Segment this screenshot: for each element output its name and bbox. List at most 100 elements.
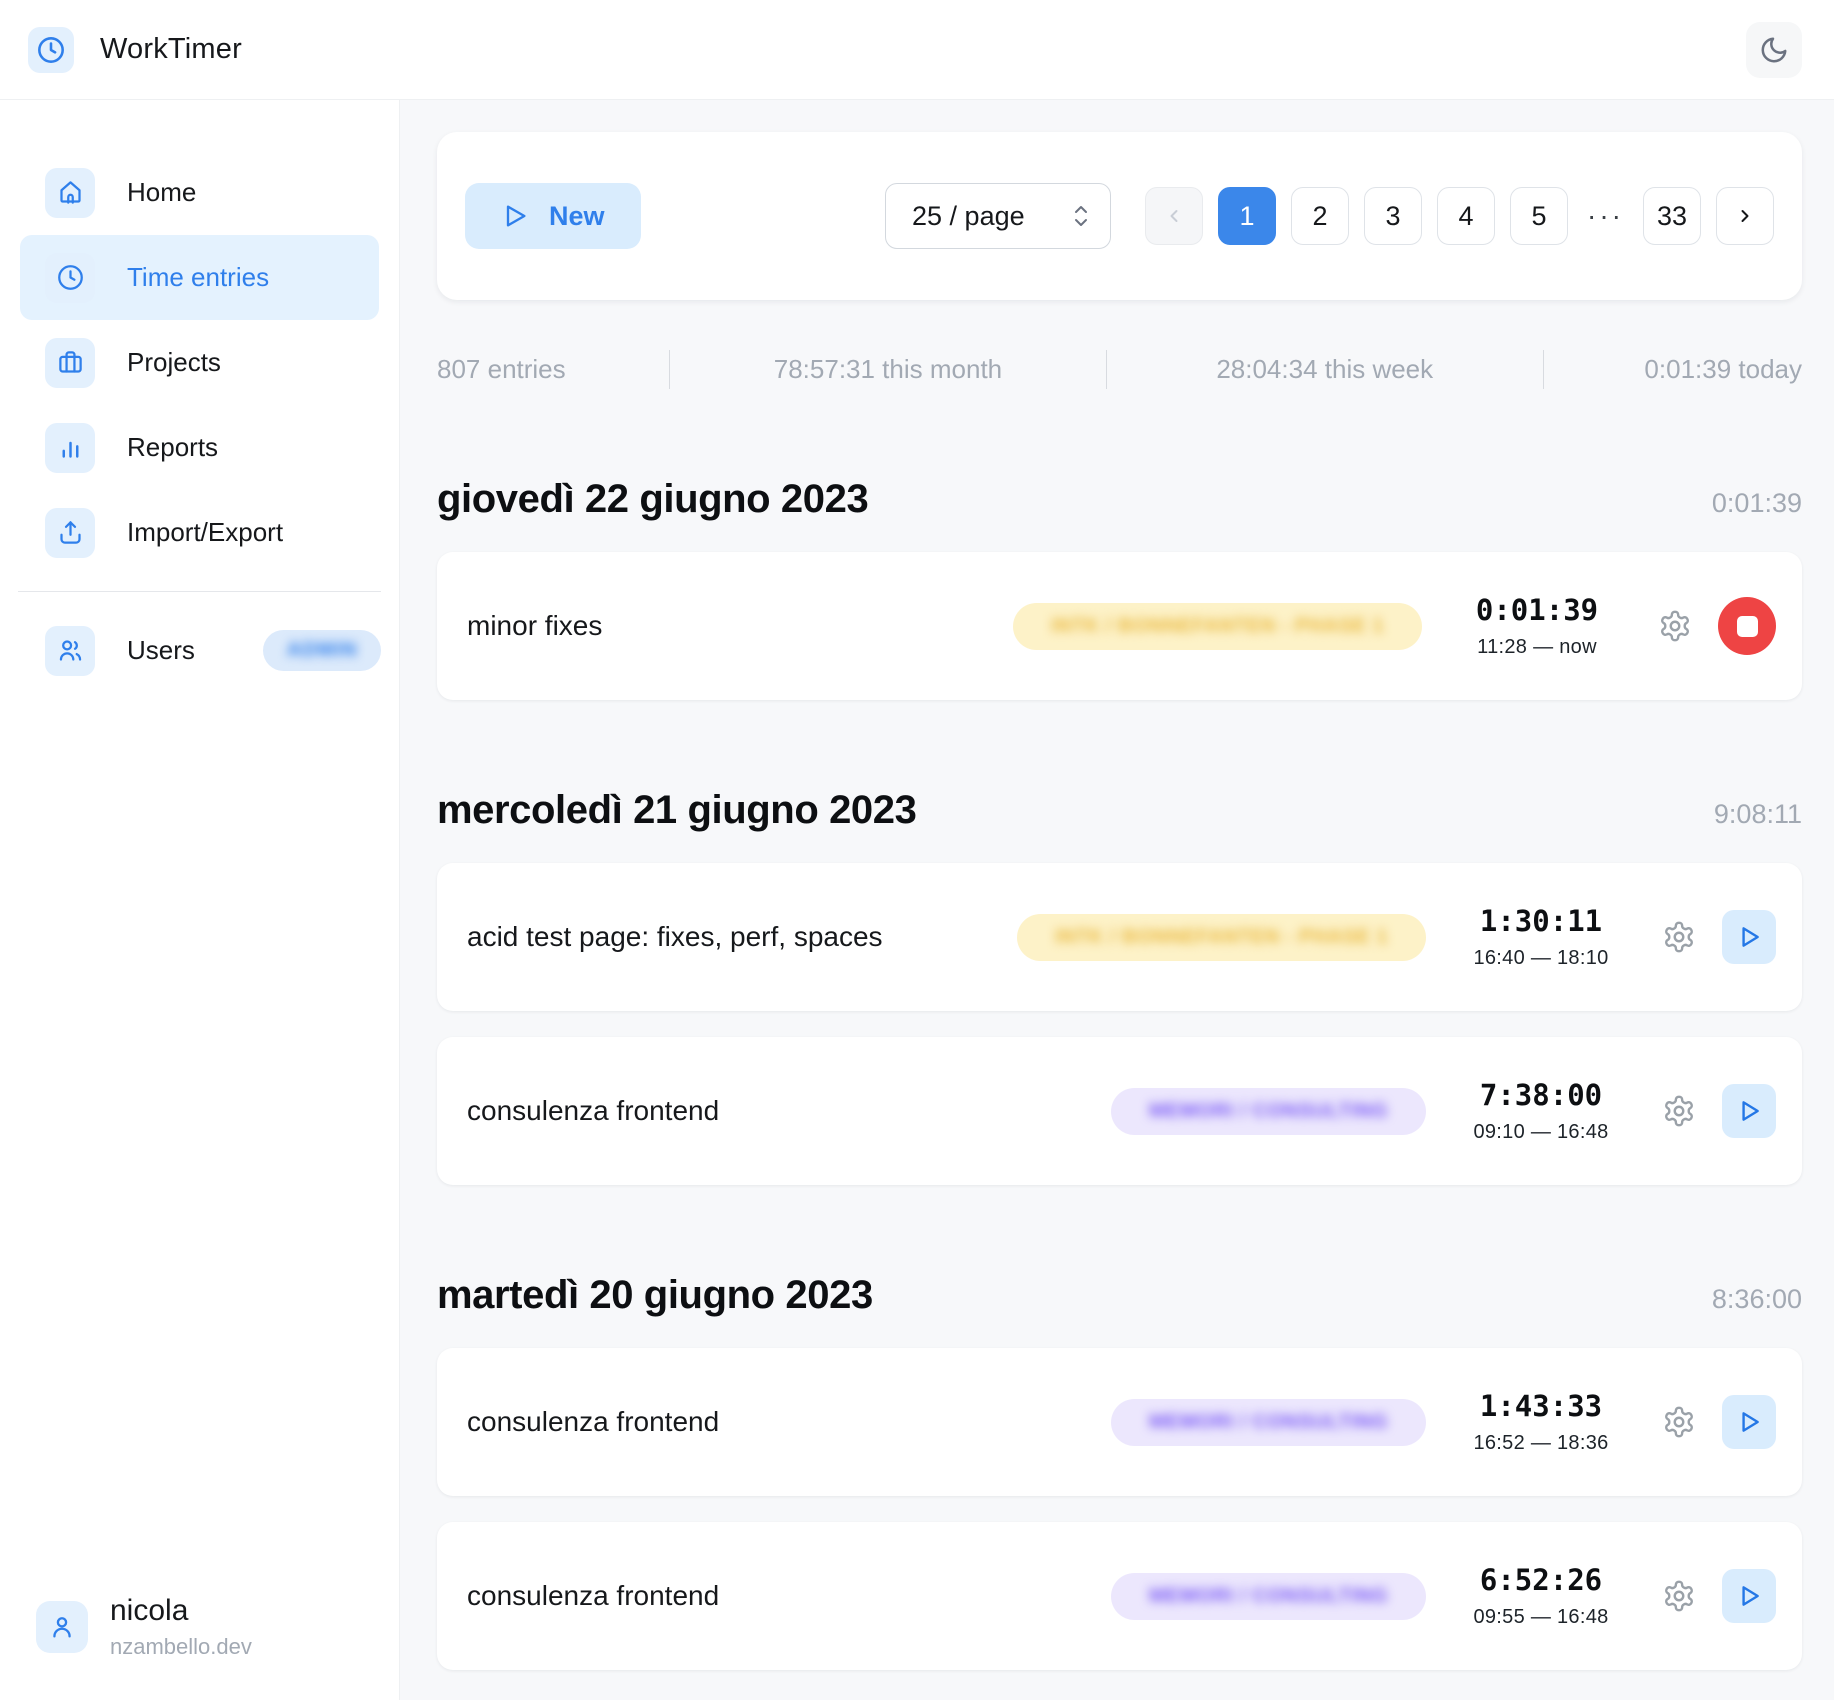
sidebar-item-projects[interactable]: Projects [20,320,379,405]
bar-chart-icon [45,423,95,473]
theme-toggle-button[interactable] [1746,22,1802,78]
page-button-last[interactable]: 33 [1643,187,1701,245]
days: giovedì 22 giugno 2023 0:01:39 minor fix… [437,477,1802,1670]
project-tag: INTK / BONNEFANTEN - PHASE 1 [1017,914,1426,961]
entry-title: minor fixes [467,610,602,642]
sidebar-divider [18,591,381,592]
current-user[interactable]: nicola nzambello.dev [36,1594,252,1660]
person-icon [36,1601,88,1653]
entry-title: acid test page: fixes, perf, spaces [467,921,883,953]
next-page-button[interactable] [1716,187,1774,245]
app-title: WorkTimer [100,33,242,66]
current-user-domain: nzambello.dev [110,1634,252,1660]
play-icon [501,202,529,230]
entry-times: 7:38:00 09:10 — 16:48 [1456,1078,1626,1144]
entry-duration: 6:52:26 [1456,1563,1626,1597]
entry-settings-button[interactable] [1662,920,1696,954]
time-entry-card: consulenza frontend MEMORI / CONSULTING … [437,1037,1802,1185]
gear-icon [1662,920,1696,954]
day-total: 8:36:00 [1712,1284,1802,1315]
sidebar-item-time-entries[interactable]: Time entries [20,235,379,320]
sidebar-item-home[interactable]: Home [20,150,379,235]
pagination: 25 / page 1 2 3 4 5 ··· 33 [885,183,1774,249]
project-tag: MEMORI / CONSULTING [1111,1088,1426,1135]
prev-page-button[interactable] [1145,187,1203,245]
stat-today: 0:01:39 today [1543,350,1802,389]
page-buttons: 1 2 3 4 5 ··· 33 [1145,187,1774,245]
admin-badge: ADMIN [263,630,382,671]
stop-icon [1737,616,1758,637]
app-header: WorkTimer [0,0,1834,100]
entry-range: 09:10 — 16:48 [1456,1121,1626,1144]
upload-icon [45,508,95,558]
entry-range: 16:40 — 18:10 [1456,947,1626,970]
day-header: giovedì 22 giugno 2023 0:01:39 [437,477,1802,522]
play-button[interactable] [1722,1569,1776,1623]
entry-times: 6:52:26 09:55 — 16:48 [1456,1563,1626,1629]
day-section: giovedì 22 giugno 2023 0:01:39 minor fix… [437,477,1802,700]
day-total: 0:01:39 [1712,488,1802,519]
chevron-up-down-icon [1072,203,1090,229]
day-total: 9:08:11 [1714,799,1802,830]
play-icon [1736,924,1762,950]
project-tag: INTK / BONNEFANTEN - PHASE 1 [1013,603,1422,650]
pagination-ellipsis: ··· [1583,200,1628,232]
gear-icon [1662,1579,1696,1613]
main-content: New 25 / page 1 2 3 4 5 [400,100,1834,1700]
entry-times: 1:30:11 16:40 — 18:10 [1456,904,1626,970]
sidebar-item-reports[interactable]: Reports [20,405,379,490]
gear-icon [1658,609,1692,643]
play-button[interactable] [1722,1084,1776,1138]
project-tag: MEMORI / CONSULTING [1111,1573,1426,1620]
toolbar-card: New 25 / page 1 2 3 4 5 [437,132,1802,300]
page-button-1[interactable]: 1 [1218,187,1276,245]
play-button[interactable] [1722,1395,1776,1449]
page-button-2[interactable]: 2 [1291,187,1349,245]
home-icon [45,168,95,218]
page-size-value: 25 / page [912,201,1025,232]
entry-duration: 7:38:00 [1456,1078,1626,1112]
entry-settings-button[interactable] [1658,609,1692,643]
sidebar-item-import-export[interactable]: Import/Export [20,490,379,575]
sidebar-item-label: Projects [127,347,221,378]
entry-times: 0:01:39 11:28 — now [1452,593,1622,659]
current-user-name: nicola [110,1594,252,1628]
project-tag-text: INTK / BONNEFANTEN - PHASE 1 [1051,615,1384,637]
day-title: giovedì 22 giugno 2023 [437,477,868,522]
day-title: mercoledì 21 giugno 2023 [437,788,916,833]
clock-icon [45,253,95,303]
entry-duration: 1:30:11 [1456,904,1626,938]
day-section: mercoledì 21 giugno 2023 9:08:11 acid te… [437,788,1802,1185]
admin-badge-text: ADMIN [287,639,358,661]
entry-settings-button[interactable] [1662,1094,1696,1128]
entry-times: 1:43:33 16:52 — 18:36 [1456,1389,1626,1455]
entry-title: consulenza frontend [467,1406,719,1438]
play-icon [1736,1583,1762,1609]
stop-button[interactable] [1718,597,1776,655]
entry-range: 09:55 — 16:48 [1456,1606,1626,1629]
time-entry-card: consulenza frontend MEMORI / CONSULTING … [437,1348,1802,1496]
play-button[interactable] [1722,910,1776,964]
entry-range: 16:52 — 18:36 [1456,1432,1626,1455]
stat-this-month: 78:57:31 this month [669,350,1106,389]
stat-total-entries: 807 entries [437,350,669,389]
entry-title: consulenza frontend [467,1580,719,1612]
page-button-5[interactable]: 5 [1510,187,1568,245]
sidebar-item-users[interactable]: Users ADMIN [20,608,379,693]
clock-icon [37,36,65,64]
entry-title: consulenza frontend [467,1095,719,1127]
page-button-3[interactable]: 3 [1364,187,1422,245]
gear-icon [1662,1405,1696,1439]
play-icon [1736,1098,1762,1124]
page-button-4[interactable]: 4 [1437,187,1495,245]
sidebar-item-label: Reports [127,432,218,463]
entry-duration: 0:01:39 [1452,593,1622,627]
page-size-select[interactable]: 25 / page [885,183,1111,249]
app-logo [28,27,74,73]
new-entry-label: New [549,201,605,232]
gear-icon [1662,1094,1696,1128]
sidebar-item-label: Time entries [127,262,269,293]
entry-settings-button[interactable] [1662,1405,1696,1439]
entry-settings-button[interactable] [1662,1579,1696,1613]
new-entry-button[interactable]: New [465,183,641,249]
